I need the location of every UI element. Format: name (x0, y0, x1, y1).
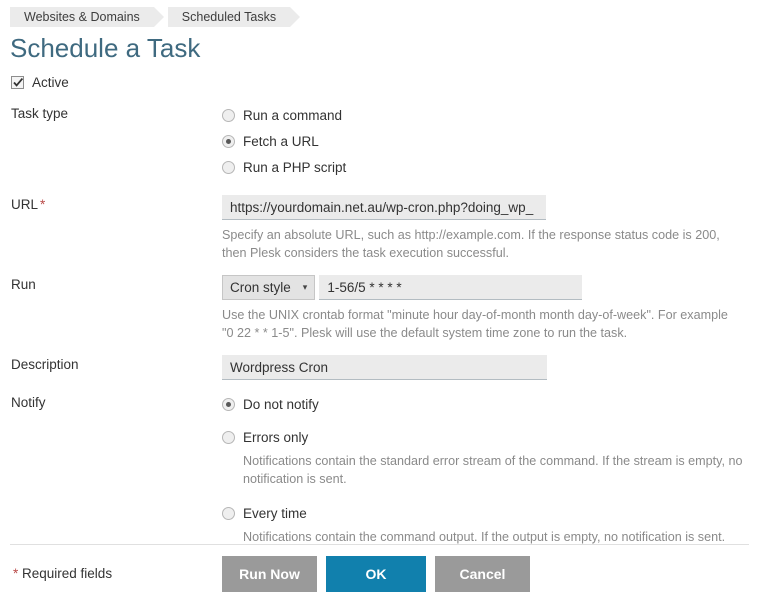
cron-expression-input[interactable] (319, 275, 583, 300)
radio-do-not-notify[interactable]: Do not notify (222, 393, 759, 416)
form-footer: * Required fields Run Now OK Cancel (0, 556, 759, 592)
ok-button[interactable]: OK (326, 556, 426, 592)
breadcrumb-item-websites-domains[interactable]: Websites & Domains (10, 7, 167, 27)
run-hint: Use the UNIX crontab format "minute hour… (222, 308, 728, 340)
active-checkbox-label: Active (32, 75, 69, 90)
run-now-button[interactable]: Run Now (222, 556, 317, 592)
field-row-notify: Notify Do not notify Errors only Notific… (0, 393, 759, 546)
chevron-down-icon: ▾ (302, 282, 308, 292)
radio-every-time-label: Every time (243, 506, 307, 521)
active-checkbox[interactable] (11, 76, 24, 89)
description-label: Description (11, 357, 79, 372)
breadcrumb: Websites & Domains Scheduled Tasks (10, 7, 304, 27)
radio-fetch-a-url-label: Fetch a URL (243, 134, 319, 149)
run-control: Cron style ▾ Use the UNIX crontab format… (222, 275, 759, 342)
page-title: Schedule a Task (10, 33, 201, 63)
radio-do-not-notify-label: Do not notify (243, 397, 319, 412)
run-label: Run (11, 277, 36, 292)
radio-fetch-a-url[interactable]: Fetch a URL (222, 130, 759, 153)
schedule-task-form: Task type Run a command Fetch a URL Run … (0, 104, 759, 546)
radio-do-not-notify-input[interactable] (222, 398, 235, 411)
footer-divider (10, 544, 749, 545)
cancel-button[interactable]: Cancel (435, 556, 530, 592)
url-required-mark: * (40, 197, 46, 212)
task-type-label: Task type (11, 106, 69, 121)
radio-run-a-php-script[interactable]: Run a PHP script (222, 156, 759, 179)
field-row-description: Description (0, 355, 759, 380)
url-hint: Specify an absolute URL, such as http://… (222, 228, 720, 260)
required-fields-note: * Required fields (0, 556, 222, 592)
radio-run-a-command[interactable]: Run a command (222, 104, 759, 127)
field-row-url: URL* Specify an absolute URL, such as ht… (0, 195, 759, 262)
radio-every-time-input[interactable] (222, 507, 235, 520)
checkmark-icon (13, 78, 24, 87)
url-label-text: URL (11, 197, 39, 212)
field-row-task-type: Task type Run a command Fetch a URL Run … (0, 104, 759, 182)
radio-fetch-a-url-input[interactable] (222, 135, 235, 148)
url-label: URL * (0, 195, 222, 215)
radio-errors-only-hint: Notifications contain the standard error… (243, 454, 743, 486)
run-style-select-value: Cron style (230, 280, 291, 295)
field-row-run: Run Cron style ▾ Use the UNIX crontab fo… (0, 275, 759, 342)
description-control (222, 355, 759, 380)
required-fields-text: Required fields (18, 566, 113, 581)
url-input[interactable] (222, 195, 546, 220)
radio-run-a-php-script-input[interactable] (222, 161, 235, 174)
url-control: Specify an absolute URL, such as http://… (222, 195, 759, 262)
radio-errors-only[interactable]: Errors only (222, 426, 759, 449)
radio-errors-only-input[interactable] (222, 431, 235, 444)
radio-run-a-command-label: Run a command (243, 108, 343, 123)
breadcrumb-item-scheduled-tasks[interactable]: Scheduled Tasks (167, 7, 304, 27)
notify-options: Do not notify Errors only Notifications … (222, 393, 759, 546)
run-style-select[interactable]: Cron style ▾ (222, 275, 316, 300)
task-type-options: Run a command Fetch a URL Run a PHP scri… (222, 104, 759, 182)
notify-label: Notify (11, 395, 46, 410)
radio-every-time[interactable]: Every time (222, 502, 759, 525)
radio-run-a-command-input[interactable] (222, 109, 235, 122)
description-input[interactable] (222, 355, 547, 380)
footer-buttons: Run Now OK Cancel (222, 556, 539, 592)
active-checkbox-row[interactable]: Active (11, 75, 69, 90)
radio-errors-only-label: Errors only (243, 430, 309, 445)
radio-run-a-php-script-label: Run a PHP script (243, 160, 347, 175)
